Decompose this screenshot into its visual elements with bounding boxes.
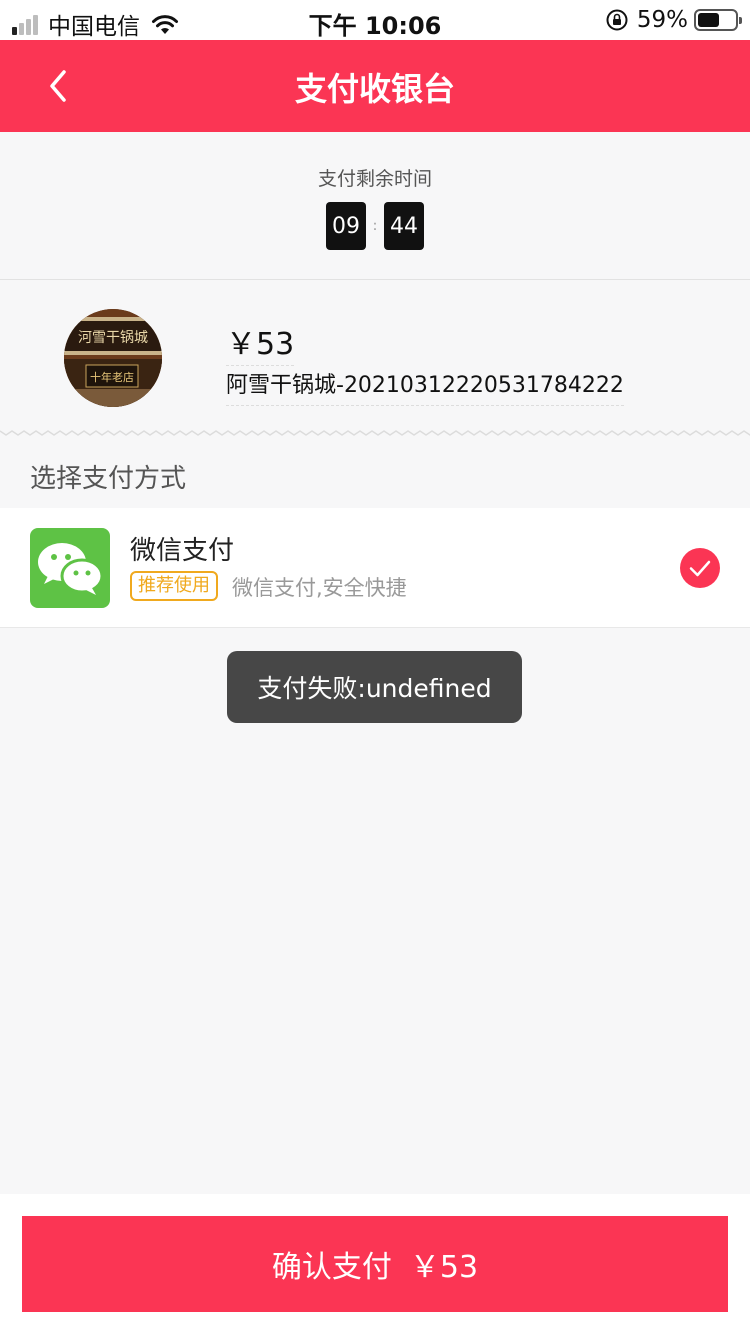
order-amount: ￥53 <box>226 319 295 366</box>
orientation-lock-icon <box>606 9 628 31</box>
wechat-icon <box>30 528 110 608</box>
status-bar: 中国电信 下午 10:06 59% <box>0 0 750 40</box>
payment-method-description: 微信支付,安全快捷 <box>232 576 407 600</box>
payment-option-wechat[interactable]: 微信支付 推荐使用 微信支付,安全快捷 <box>0 508 750 628</box>
countdown-timer: 09 : 44 <box>326 202 424 250</box>
payment-method-title: 选择支付方式 <box>30 464 187 494</box>
svg-text:河雪干锅城: 河雪干锅城 <box>78 330 148 346</box>
order-name: 阿雪干锅城-20210312220531784222 <box>226 367 624 406</box>
bottom-bar: 确认支付 ￥53 <box>0 1194 750 1334</box>
confirm-label: 确认支付 <box>271 1250 392 1285</box>
battery-level <box>698 13 720 27</box>
payment-method-name: 微信支付 <box>130 536 235 566</box>
page-title: 支付收银台 <box>294 70 455 108</box>
countdown-minutes: 09 <box>326 202 366 250</box>
countdown-seconds: 44 <box>384 202 424 250</box>
recommended-badge: 推荐使用 <box>130 571 218 601</box>
error-toast: 支付失败:undefined <box>227 651 522 723</box>
confirm-amount: ￥53 <box>409 1250 479 1285</box>
countdown-section: 支付剩余时间 09 : 44 <box>0 132 750 280</box>
svg-text:十年老店: 十年老店 <box>90 370 134 384</box>
navigation-bar: 支付收银台 <box>0 40 750 132</box>
countdown-separator: : <box>372 218 378 234</box>
countdown-label: 支付剩余时间 <box>317 168 432 190</box>
battery-percent: 59% <box>636 7 688 33</box>
battery-icon <box>694 9 742 31</box>
confirm-payment-button[interactable]: 确认支付 ￥53 <box>22 1216 728 1312</box>
checkmark-selected-icon[interactable] <box>680 548 720 588</box>
zigzag-divider <box>0 430 750 436</box>
shop-avatar: 河雪干锅城 十年老店 <box>64 309 162 407</box>
order-info: 河雪干锅城 十年老店 ￥53 阿雪干锅城-2021031222053178422… <box>0 281 750 436</box>
